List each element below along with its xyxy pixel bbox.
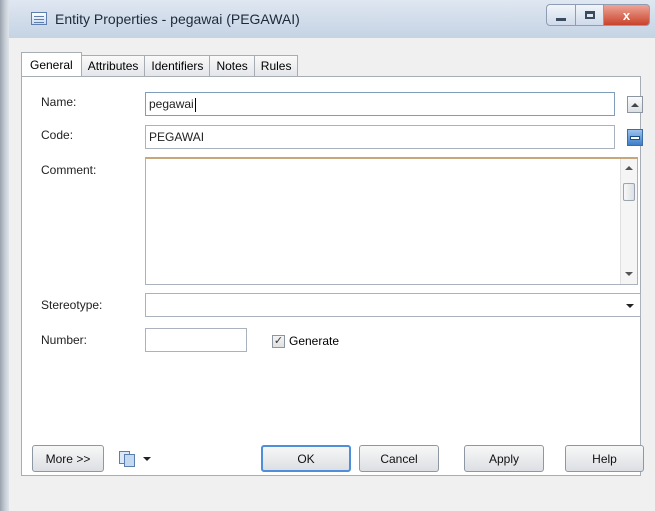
tab-notes[interactable]: Notes (209, 55, 255, 76)
comment-label: Comment: (41, 163, 97, 177)
maximize-button[interactable] (576, 4, 604, 26)
print-pages-icon (119, 451, 137, 467)
caption-buttons: x (546, 4, 650, 26)
scroll-thumb[interactable] (623, 183, 635, 201)
number-field[interactable] (145, 328, 247, 352)
more-button[interactable]: More >> (32, 445, 104, 472)
tab-rules[interactable]: Rules (253, 55, 299, 76)
close-button[interactable]: x (604, 4, 650, 26)
window-title: Entity Properties - pegawai (PEGAWAI) (55, 11, 300, 27)
stereotype-combobox[interactable] (145, 293, 641, 317)
generate-checkbox[interactable]: ✓ Generate (272, 334, 339, 348)
name-label: Name: (41, 95, 77, 109)
code-label: Code: (41, 128, 74, 142)
entity-properties-window: Entity Properties - pegawai (PEGAWAI) x … (0, 0, 655, 511)
name-field[interactable]: pegawai (145, 92, 615, 116)
entity-window-icon (31, 12, 47, 25)
maximize-icon (584, 11, 595, 19)
generate-label: Generate (289, 334, 340, 348)
name-expand-button[interactable] (627, 96, 643, 113)
chevron-down-icon[interactable] (626, 304, 634, 308)
general-tab-panel: Name: pegawai Code: PEGAWAI Comment: Ste… (21, 76, 643, 476)
text-caret (194, 97, 196, 112)
comment-textarea[interactable] (145, 157, 638, 285)
tab-attributes[interactable]: Attributes (80, 55, 146, 76)
tab-identifiers[interactable]: Identifiers (144, 55, 211, 76)
tab-strip: General Attributes Identifiers Notes Rul… (21, 52, 299, 76)
apply-button[interactable]: Apply (464, 445, 544, 472)
minimize-icon (556, 17, 566, 21)
number-label: Number: (41, 333, 88, 347)
dialog-body: General Attributes Identifiers Notes Rul… (9, 38, 655, 511)
stereotype-label: Stereotype: (41, 298, 103, 312)
code-options-button[interactable] (627, 129, 643, 146)
checkbox-checked-icon[interactable]: ✓ (272, 334, 285, 348)
ellipsis-icon (631, 136, 639, 139)
name-value: pegawai (149, 97, 194, 111)
code-field[interactable]: PEGAWAI (145, 125, 615, 149)
arrow-up-icon (631, 102, 639, 107)
print-menu-button[interactable] (119, 448, 151, 470)
ok-button[interactable]: OK (261, 445, 351, 472)
title-bar[interactable]: Entity Properties - pegawai (PEGAWAI) x (9, 0, 655, 39)
code-value: PEGAWAI (149, 130, 205, 144)
chevron-down-icon (143, 457, 151, 461)
tab-general[interactable]: General (21, 52, 82, 76)
comment-scrollbar[interactable] (620, 159, 637, 284)
window-left-edge (0, 0, 9, 511)
help-button[interactable]: Help (565, 445, 644, 472)
close-icon: x (622, 7, 631, 23)
cancel-button[interactable]: Cancel (359, 445, 439, 472)
scroll-down-icon[interactable] (625, 272, 633, 276)
scroll-up-icon[interactable] (625, 166, 633, 170)
minimize-button[interactable] (546, 4, 576, 26)
